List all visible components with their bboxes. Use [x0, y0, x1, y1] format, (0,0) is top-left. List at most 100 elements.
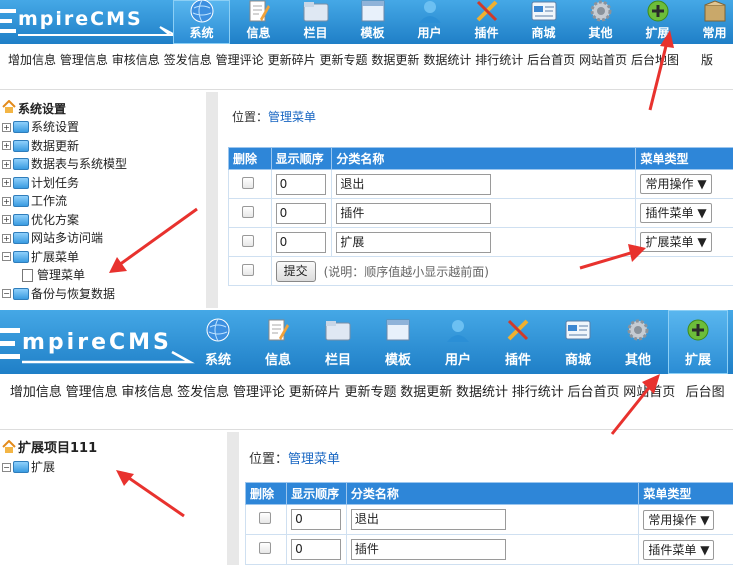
- quick-link[interactable]: 更新专题: [343, 380, 399, 429]
- quick-link[interactable]: 数据统计: [454, 380, 510, 429]
- menu-item-6[interactable]: 商城: [548, 310, 608, 374]
- menu-type-select[interactable]: 插件菜单 ▼: [640, 203, 712, 223]
- menu-item-1[interactable]: 信息: [248, 310, 308, 374]
- collapse-icon[interactable]: −: [2, 252, 11, 262]
- expand-icon[interactable]: +: [2, 159, 11, 169]
- tree-root[interactable]: 扩展项目111: [0, 439, 205, 458]
- name-input[interactable]: 插件: [336, 202, 492, 224]
- tree-node[interactable]: + 数据更新: [0, 137, 205, 156]
- quick-link[interactable]: 排行统计: [510, 380, 566, 429]
- tree-node[interactable]: − 扩展菜单: [0, 248, 205, 267]
- menu-type-select[interactable]: 常用操作 ▼: [640, 174, 712, 194]
- tree-root[interactable]: 系统设置: [0, 99, 205, 118]
- menu-item-3[interactable]: 模板: [344, 0, 401, 44]
- menu-type-select[interactable]: 常用操作 ▼: [643, 509, 715, 530]
- tree-node[interactable]: + 数据表与系统模型: [0, 155, 205, 174]
- dropdown-arrow-icon: ▼: [700, 512, 710, 527]
- quick-link[interactable]: 后台首页: [525, 46, 577, 89]
- delete-checkbox[interactable]: [242, 234, 254, 247]
- tree-node[interactable]: + 优化方案: [0, 211, 205, 230]
- name-input[interactable]: 扩展: [336, 231, 492, 253]
- submit-button[interactable]: 提交: [275, 260, 316, 282]
- name-input[interactable]: 退出: [350, 509, 506, 530]
- frame-divider[interactable]: [227, 432, 239, 565]
- tree-node[interactable]: + 工作流: [0, 192, 205, 211]
- quick-link[interactable]: 签发信息: [162, 46, 214, 89]
- menu-item-8[interactable]: 扩展: [629, 0, 686, 44]
- quick-link[interactable]: 排行统计: [473, 46, 525, 89]
- collapse-icon[interactable]: −: [2, 462, 11, 472]
- quick-link[interactable]: 更新碎片: [266, 46, 318, 89]
- menu-item-9[interactable]: 常用: [686, 0, 733, 44]
- name-input[interactable]: 退出: [336, 173, 492, 195]
- quick-link[interactable]: 审核信息: [120, 380, 176, 429]
- tree-node[interactable]: + 网站多访问端: [0, 229, 205, 248]
- tree-node[interactable]: 管理菜单: [0, 266, 205, 285]
- expand-icon[interactable]: +: [2, 141, 11, 151]
- quick-link[interactable]: 版: [681, 46, 733, 89]
- menu-item-7[interactable]: 其他: [608, 310, 668, 374]
- expand-icon[interactable]: +: [2, 178, 11, 188]
- quick-link[interactable]: 增加信息: [8, 380, 64, 429]
- select-all-checkbox[interactable]: [242, 263, 254, 276]
- order-input[interactable]: 0: [291, 509, 342, 530]
- delete-checkbox[interactable]: [242, 176, 254, 189]
- menu-item-0[interactable]: 系统: [173, 0, 230, 44]
- menu-item-8[interactable]: 扩展: [668, 310, 728, 374]
- delete-checkbox[interactable]: [259, 542, 271, 554]
- quick-link[interactable]: 后台首页: [566, 380, 622, 429]
- quick-link[interactable]: 网站首页: [621, 380, 677, 429]
- name-input[interactable]: 插件: [350, 539, 506, 560]
- quick-link[interactable]: 管理信息: [58, 46, 110, 89]
- collapse-icon[interactable]: −: [2, 289, 11, 299]
- menu-item-6[interactable]: 商城: [515, 0, 572, 44]
- quick-link[interactable]: 数据更新: [369, 46, 421, 89]
- expand-icon[interactable]: +: [2, 122, 11, 132]
- expand-icon[interactable]: +: [2, 196, 11, 206]
- breadcrumb-link[interactable]: 管理菜单: [288, 452, 340, 467]
- quick-link[interactable]: 后台地图: [629, 46, 681, 89]
- menu-item-3[interactable]: 模板: [368, 310, 428, 374]
- quick-link[interactable]: 后台图: [677, 380, 733, 429]
- expand-icon[interactable]: +: [2, 233, 11, 243]
- order-input[interactable]: 0: [275, 202, 326, 224]
- menu-item-0[interactable]: 系统: [188, 310, 248, 374]
- menu-item-4[interactable]: 用户: [401, 0, 458, 44]
- quick-link[interactable]: 管理信息: [64, 380, 120, 429]
- menu-item-2[interactable]: 栏目: [308, 310, 368, 374]
- order-input[interactable]: 0: [275, 231, 326, 253]
- quick-link[interactable]: 更新碎片: [287, 380, 343, 429]
- breadcrumb-link[interactable]: 管理菜单: [268, 110, 316, 124]
- menu-item-7[interactable]: 其他: [572, 0, 629, 44]
- order-input[interactable]: 0: [275, 173, 326, 195]
- menu-item-label: 栏目: [303, 26, 328, 40]
- order-cell: 0: [286, 534, 347, 565]
- page-icon: [22, 268, 33, 282]
- menu-item-5[interactable]: 插件: [488, 310, 548, 374]
- menu-type-select[interactable]: 插件菜单 ▼: [643, 539, 715, 560]
- tree-node[interactable]: + 计划任务: [0, 174, 205, 193]
- expand-icon[interactable]: +: [2, 215, 11, 225]
- quick-link[interactable]: 增加信息: [6, 46, 58, 89]
- tree-node[interactable]: − 扩展: [0, 458, 205, 477]
- menu-item-label: 信息: [246, 26, 271, 40]
- quick-link[interactable]: 网站首页: [577, 46, 629, 89]
- quick-link[interactable]: 审核信息: [110, 46, 162, 89]
- menu-type-select[interactable]: 扩展菜单 ▼: [640, 232, 712, 252]
- quick-link[interactable]: 签发信息: [175, 380, 231, 429]
- order-input[interactable]: 0: [291, 539, 342, 560]
- menu-item-2[interactable]: 栏目: [287, 0, 344, 44]
- quick-link[interactable]: 管理评论: [231, 380, 287, 429]
- delete-checkbox[interactable]: [259, 512, 271, 524]
- quick-link[interactable]: 数据统计: [421, 46, 473, 89]
- menu-item-4[interactable]: 用户: [428, 310, 488, 374]
- menu-item-1[interactable]: 信息: [230, 0, 287, 44]
- quick-link[interactable]: 更新专题: [318, 46, 370, 89]
- delete-checkbox[interactable]: [242, 205, 254, 218]
- tree-node[interactable]: − 备份与恢复数据: [0, 285, 205, 304]
- menu-item-5[interactable]: 插件: [458, 0, 515, 44]
- frame-divider[interactable]: [206, 92, 218, 308]
- quick-link[interactable]: 管理评论: [214, 46, 266, 89]
- quick-link[interactable]: 数据更新: [398, 380, 454, 429]
- tree-node[interactable]: + 系统设置: [0, 118, 205, 137]
